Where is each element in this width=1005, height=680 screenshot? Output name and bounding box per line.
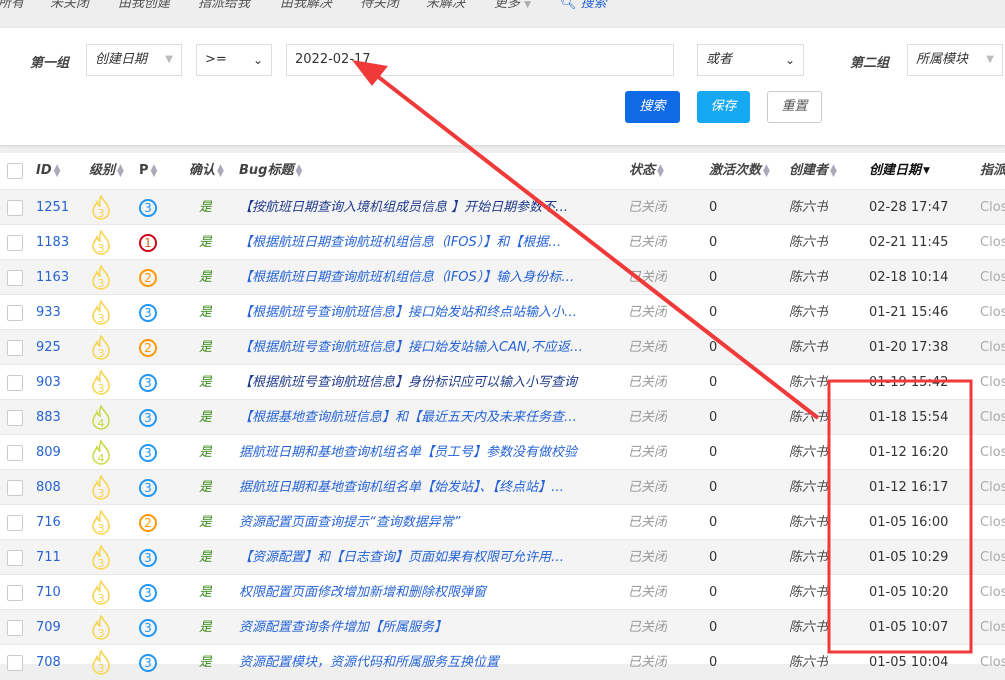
annotation-highlight-box	[827, 379, 973, 654]
annotation-arrow-line	[370, 70, 820, 420]
annotation-overlay	[352, 60, 973, 654]
